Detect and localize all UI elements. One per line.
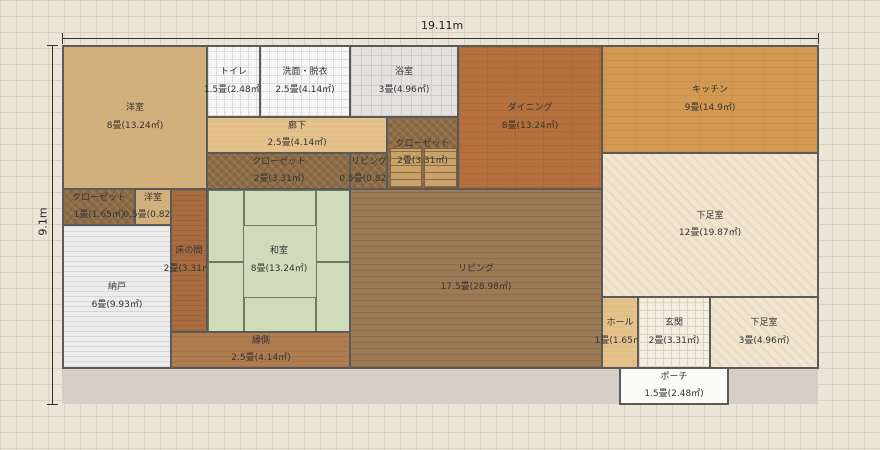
room-name: クローゼット	[251, 156, 306, 167]
room-bathroom[interactable]: 浴室 3畳(4.96㎡)	[349, 45, 459, 118]
room-area: 2畳(3.31㎡)	[648, 335, 700, 346]
room-area: 12畳(19.87㎡)	[678, 228, 742, 238]
room-area: 6畳(9.93㎡)	[91, 299, 143, 310]
room-name: キッチン	[691, 85, 728, 96]
room-shoe-room-large[interactable]: 下足室 12畳(19.87㎡)	[601, 152, 819, 298]
room-name: ポーチ	[660, 371, 688, 382]
room-area: 17.5畳(28.98㎡)	[440, 281, 512, 292]
room-name: 床の間	[175, 246, 203, 257]
room-shoe-room-small[interactable]: 下足室 3畳(4.96㎡)	[709, 296, 819, 369]
tatami-mat	[244, 190, 316, 226]
room-area: 8畳(13.24㎡)	[501, 120, 559, 131]
room-area: 8畳(13.24㎡)	[250, 263, 308, 274]
room-closet-stairs[interactable]: クローゼット 2畳(3.31㎡)	[386, 116, 459, 190]
room-area: 2畳(3.31㎡)	[397, 156, 448, 167]
room-name: 廊下	[287, 120, 306, 131]
room-area: 2.5畳(4.14㎡)	[231, 353, 291, 363]
room-dining[interactable]: ダイニング 8畳(13.24㎡)	[457, 45, 603, 190]
room-area: 3畳(4.96㎡)	[378, 84, 430, 95]
room-area: 9畳(14.9㎡)	[684, 102, 736, 113]
room-name: 浴室	[394, 67, 413, 78]
room-area: 1.5畳(2.48㎡)	[644, 389, 704, 399]
room-closet-middle[interactable]: クローゼット 2畳(3.31㎡)	[206, 152, 352, 190]
room-kitchen[interactable]: キッチン 9畳(14.9㎡)	[601, 45, 819, 154]
room-name: 洋室	[143, 192, 162, 203]
room-entrance[interactable]: 玄関 2畳(3.31㎡)	[637, 296, 711, 369]
room-name: 下足室	[696, 210, 724, 221]
room-name: リビング	[351, 156, 388, 167]
room-western-small[interactable]: 洋室 0.5畳(0.82㎡)	[123, 188, 183, 226]
room-area: 1畳(1.65㎡)	[73, 210, 125, 220]
tatami-mat	[208, 262, 244, 333]
room-storage[interactable]: 納戸 6畳(9.93㎡)	[62, 224, 172, 369]
room-name: ホール	[606, 318, 634, 329]
room-area: 2.5畳(4.14㎡)	[275, 84, 335, 95]
tatami-mat	[244, 297, 316, 333]
room-name: 納戸	[107, 282, 126, 293]
room-name: 和室	[269, 246, 288, 257]
room-washroom[interactable]: 洗面・脱衣 2.5畳(4.14㎡)	[259, 45, 351, 118]
room-hall[interactable]: ホール 1畳(1.65㎡)	[595, 296, 645, 369]
room-tokonoma[interactable]: 床の間 2畳(3.31㎡)	[164, 188, 214, 333]
room-name: 下足室	[750, 318, 778, 329]
room-toilet[interactable]: トイレ 1.5畳(2.48㎡)	[203, 45, 264, 118]
room-name: ダイニング	[507, 103, 553, 114]
room-hallway[interactable]: 廊下 2.5畳(4.14㎡)	[206, 116, 388, 154]
room-name: 洋室	[125, 103, 144, 114]
room-area: 8畳(13.24㎡)	[106, 120, 164, 131]
room-name: クローゼット	[395, 139, 450, 149]
tatami-mat	[316, 190, 352, 262]
room-living-large[interactable]: リビング 17.5畳(28.98㎡)	[349, 188, 603, 369]
room-engawa[interactable]: 縁側 2.5畳(4.14㎡)	[170, 331, 352, 369]
room-japanese[interactable]: 和室 8畳(13.24㎡)	[206, 188, 352, 333]
tatami-mat	[316, 262, 352, 333]
tatami-mat	[208, 190, 244, 262]
room-name: 玄関	[664, 318, 683, 329]
floor-plan: 洋室 8畳(13.24㎡) トイレ 1.5畳(2.48㎡) 洗面・脱衣 2.5畳…	[0, 0, 880, 450]
room-name: トイレ	[219, 67, 247, 78]
room-name: 縁側	[251, 335, 270, 346]
room-western-large[interactable]: 洋室 8畳(13.24㎡)	[62, 45, 208, 190]
room-name: リビング	[457, 264, 494, 275]
room-area: 1.5畳(2.48㎡)	[203, 84, 264, 95]
room-name: 洗面・脱衣	[282, 67, 328, 78]
room-area: 3畳(4.96㎡)	[738, 335, 790, 346]
room-living-small[interactable]: リビング 0.5畳(0.82㎡)	[339, 152, 399, 190]
room-area: 2.5畳(4.14㎡)	[267, 138, 327, 148]
room-area: 2畳(3.31㎡)	[253, 174, 305, 184]
room-porch[interactable]: ポーチ 1.5畳(2.48㎡)	[619, 367, 729, 405]
room-name: クローゼット	[71, 192, 126, 203]
